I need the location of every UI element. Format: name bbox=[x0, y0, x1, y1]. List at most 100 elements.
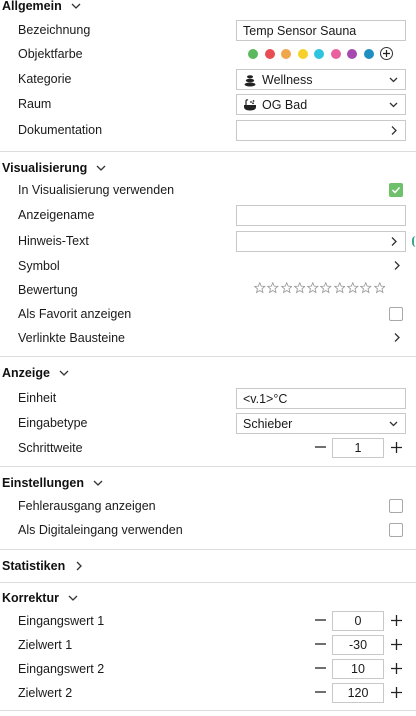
divider bbox=[0, 356, 416, 357]
zielwert2-plus-icon[interactable] bbox=[390, 682, 402, 702]
eingangswert2-plus-icon[interactable] bbox=[390, 658, 402, 678]
raum-label: Raum bbox=[18, 97, 52, 111]
chevron-down-icon bbox=[388, 418, 399, 429]
eingangswert1-minus-icon[interactable] bbox=[314, 610, 326, 630]
divider bbox=[0, 710, 416, 711]
section-visualisierung-header[interactable]: Visualisierung bbox=[2, 158, 107, 178]
anzeigename-label: Anzeigename bbox=[18, 208, 95, 222]
section-korrektur-header[interactable]: Korrektur bbox=[2, 588, 79, 608]
star-icon[interactable] bbox=[254, 282, 266, 294]
eingangswert1-input[interactable]: 0 bbox=[332, 611, 384, 631]
favorit-checkbox[interactable] bbox=[389, 307, 403, 321]
chevron-right-icon bbox=[73, 560, 85, 572]
zielwert1-minus-icon[interactable] bbox=[314, 634, 326, 654]
section-einstellungen-header[interactable]: Einstellungen bbox=[2, 473, 104, 493]
color-swatch-cyan[interactable] bbox=[314, 48, 324, 59]
objektfarbe-label: Objektfarbe bbox=[18, 47, 83, 61]
einheit-label: Einheit bbox=[18, 391, 57, 405]
color-swatch-yellow[interactable] bbox=[297, 48, 308, 59]
star-icon[interactable] bbox=[373, 282, 386, 294]
favorit-label: Als Favorit anzeigen bbox=[18, 307, 132, 321]
in-visualisierung-label: In Visualisierung verwenden bbox=[18, 183, 175, 197]
chevron-down-icon bbox=[70, 0, 82, 12]
fehlerausgang-label: Fehlerausgang anzeigen bbox=[18, 499, 156, 513]
einheit-input[interactable]: <v.1>°C bbox=[236, 388, 406, 409]
schrittweite-minus-icon[interactable] bbox=[314, 437, 326, 457]
kategorie-label: Kategorie bbox=[18, 72, 72, 86]
section-title: Allgemein bbox=[2, 0, 62, 13]
star-icon[interactable] bbox=[280, 282, 293, 294]
fehlerausgang-checkbox[interactable] bbox=[389, 499, 403, 513]
zielwert2-label: Zielwert 2 bbox=[18, 686, 73, 700]
eingangswert2-minus-icon[interactable] bbox=[314, 658, 326, 678]
divider bbox=[0, 582, 416, 583]
einheit-value: <v.1>°C bbox=[243, 391, 288, 406]
star-icon[interactable] bbox=[347, 282, 359, 294]
zielwert2-input[interactable]: 120 bbox=[332, 683, 384, 703]
bathtub-icon bbox=[243, 98, 257, 112]
section-title: Statistiken bbox=[2, 559, 66, 573]
dokumentation-label: Dokumentation bbox=[18, 123, 103, 137]
section-statistiken-header[interactable]: Statistiken bbox=[2, 556, 85, 576]
chevron-right-icon bbox=[389, 236, 399, 247]
star-icon[interactable] bbox=[267, 282, 279, 294]
star-icon[interactable] bbox=[307, 282, 319, 294]
chevron-down-icon bbox=[92, 477, 104, 489]
section-title: Korrektur bbox=[2, 591, 59, 605]
star-icon[interactable] bbox=[333, 282, 346, 294]
section-title: Einstellungen bbox=[2, 476, 84, 490]
eingabetype-label: Eingabetype bbox=[18, 416, 88, 430]
eingangswert2-input[interactable]: 10 bbox=[332, 659, 384, 679]
bewertung-label: Bewertung bbox=[18, 283, 78, 297]
add-color-icon[interactable] bbox=[380, 47, 393, 60]
edge-indicator bbox=[412, 236, 416, 247]
section-title: Anzeige bbox=[2, 366, 50, 380]
color-swatch-pink[interactable] bbox=[330, 48, 341, 59]
kategorie-select[interactable]: Wellness bbox=[236, 69, 406, 90]
symbol-label: Symbol bbox=[18, 259, 60, 273]
schrittweite-plus-icon[interactable] bbox=[390, 437, 402, 457]
chevron-right-icon bbox=[389, 125, 399, 136]
color-swatch-purple[interactable] bbox=[347, 48, 357, 59]
schrittweite-label: Schrittweite bbox=[18, 441, 83, 455]
color-swatch-blue[interactable] bbox=[363, 48, 374, 59]
in-visualisierung-checkbox[interactable] bbox=[389, 183, 403, 197]
bezeichnung-input[interactable]: Temp Sensor Sauna bbox=[236, 20, 406, 41]
kategorie-value: Wellness bbox=[262, 72, 313, 87]
divider bbox=[0, 549, 416, 550]
eingabetype-select[interactable]: Schieber bbox=[236, 413, 406, 434]
schrittweite-input[interactable]: 1 bbox=[332, 438, 384, 458]
chevron-down-icon bbox=[58, 367, 70, 379]
star-icon[interactable] bbox=[320, 282, 332, 294]
dokumentation-field[interactable] bbox=[236, 120, 406, 141]
chevron-down-icon bbox=[95, 162, 107, 174]
bezeichnung-value: Temp Sensor Sauna bbox=[243, 23, 357, 38]
anzeigename-input[interactable] bbox=[236, 205, 406, 226]
zielwert1-input[interactable]: -30 bbox=[332, 635, 384, 655]
section-anzeige-header[interactable]: Anzeige bbox=[2, 363, 70, 383]
star-icon[interactable] bbox=[360, 282, 372, 294]
zielwert1-label: Zielwert 1 bbox=[18, 638, 73, 652]
chevron-down-icon bbox=[388, 74, 399, 85]
zielwert1-plus-icon[interactable] bbox=[390, 634, 402, 654]
chevron-down-icon bbox=[388, 99, 399, 110]
color-swatch-red[interactable] bbox=[264, 48, 275, 59]
divider bbox=[0, 466, 416, 467]
digitaleingang-checkbox[interactable] bbox=[389, 523, 403, 537]
color-swatch-green[interactable] bbox=[248, 48, 258, 59]
wellness-stones-icon bbox=[243, 73, 257, 87]
color-swatch-orange[interactable] bbox=[281, 48, 291, 59]
star-icon[interactable] bbox=[293, 282, 306, 294]
section-title: Visualisierung bbox=[2, 161, 88, 175]
verlinkte-chevron-right-icon[interactable] bbox=[392, 332, 402, 344]
symbol-chevron-right-icon[interactable] bbox=[392, 260, 402, 272]
raum-value: OG Bad bbox=[262, 97, 308, 112]
eingangswert1-plus-icon[interactable] bbox=[390, 610, 402, 630]
raum-select[interactable]: OG Bad bbox=[236, 94, 406, 115]
eingangswert2-label: Eingangswert 2 bbox=[18, 662, 105, 676]
section-allgemein-header[interactable]: Allgemein bbox=[2, 0, 82, 16]
hinweis-text-field[interactable] bbox=[236, 231, 406, 252]
chevron-down-icon bbox=[67, 592, 79, 604]
bezeichnung-label: Bezeichnung bbox=[18, 23, 91, 37]
zielwert2-minus-icon[interactable] bbox=[314, 682, 326, 702]
